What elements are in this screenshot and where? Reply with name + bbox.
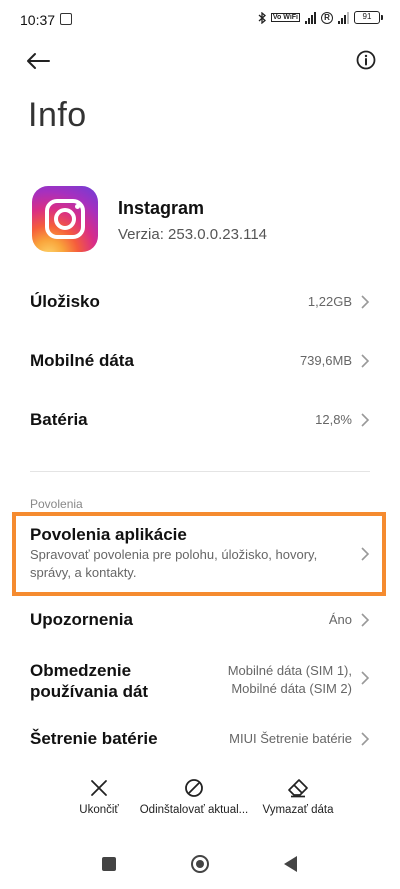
signal-icon — [305, 11, 316, 24]
mobile-data-row[interactable]: Mobilné dáta 739,6MB — [0, 343, 400, 379]
storage-row[interactable]: Úložisko 1,22GB — [0, 284, 400, 320]
battery-saver-value: MIUI Šetrenie batérie — [229, 731, 352, 746]
recents-button[interactable] — [102, 857, 116, 871]
section-label-permissions: Povolenia — [30, 497, 83, 511]
battery-label: Batéria — [30, 410, 88, 429]
battery-value: 12,8% — [315, 412, 352, 427]
arrow-left-icon — [27, 53, 50, 69]
data-usage-value-1: Mobilné dáta (SIM 1), — [227, 663, 352, 678]
storage-value: 1,22GB — [307, 294, 352, 309]
status-icons: Vo WiFi R 91 — [258, 11, 383, 24]
info-button[interactable] — [354, 48, 378, 72]
app-permissions-description: Spravovať povolenia pre polohu, úložisko… — [30, 547, 318, 580]
status-time: 10:37 — [20, 12, 56, 28]
volte-badge: Vo WiFi — [270, 13, 300, 22]
clear-data-button[interactable]: Vymazať dáta — [256, 778, 340, 816]
data-usage-label: Obmedzenie používania dát — [30, 661, 149, 701]
force-stop-button[interactable]: Ukončiť — [74, 778, 124, 816]
camera-lens — [54, 208, 76, 230]
storage-label: Úložisko — [30, 292, 100, 311]
nav-back-button[interactable] — [284, 856, 297, 872]
mobile-data-value: 739,6MB — [299, 353, 352, 368]
chevron-right-icon — [361, 295, 370, 309]
divider — [30, 471, 370, 472]
chevron-right-icon — [361, 732, 370, 746]
roaming-icon: R — [321, 11, 333, 24]
app-permissions-title: Povolenia aplikácie — [30, 525, 187, 544]
back-button[interactable] — [22, 46, 54, 76]
info-icon — [356, 50, 376, 70]
notifications-value: Áno — [328, 612, 352, 627]
instagram-app-icon — [32, 186, 98, 252]
mobile-data-label: Mobilné dáta — [30, 351, 134, 370]
battery-icon: 91 — [354, 11, 383, 24]
app-name: Instagram — [118, 198, 205, 218]
data-usage-value-2: Mobilné dáta (SIM 2) — [231, 681, 352, 696]
home-button[interactable] — [191, 855, 209, 873]
page-title: Info — [28, 96, 87, 134]
chevron-right-icon — [361, 613, 370, 627]
close-icon — [91, 780, 107, 796]
chevron-right-icon — [361, 671, 370, 685]
chevron-right-icon — [361, 547, 370, 561]
app-version: Verzia: 253.0.0.23.114 — [118, 226, 268, 243]
signal-icon-2 — [338, 11, 349, 24]
notifications-label: Upozornenia — [30, 610, 133, 629]
chevron-right-icon — [361, 354, 370, 368]
uninstall-updates-button[interactable]: Odinštalovať aktual... — [134, 778, 254, 816]
uninstall-updates-label: Odinštalovať aktual... — [139, 804, 249, 816]
force-stop-label: Ukončiť — [79, 804, 119, 816]
status-bar: 10:37 Vo WiFi R 91 — [0, 0, 400, 40]
battery-saver-row[interactable]: Šetrenie batérie MIUI Šetrenie batérie — [0, 721, 400, 757]
clear-data-label: Vymazať dáta — [262, 804, 334, 816]
bluetooth-icon — [258, 11, 266, 24]
eraser-icon — [288, 779, 308, 798]
notifications-row[interactable]: Upozornenia Áno — [0, 602, 400, 638]
nfc-icon — [60, 13, 72, 25]
camera-dot — [75, 204, 80, 209]
block-icon — [185, 779, 203, 797]
chevron-right-icon — [361, 413, 370, 427]
battery-row[interactable]: Batéria 12,8% — [0, 402, 400, 438]
battery-saver-label: Šetrenie batérie — [30, 729, 158, 748]
